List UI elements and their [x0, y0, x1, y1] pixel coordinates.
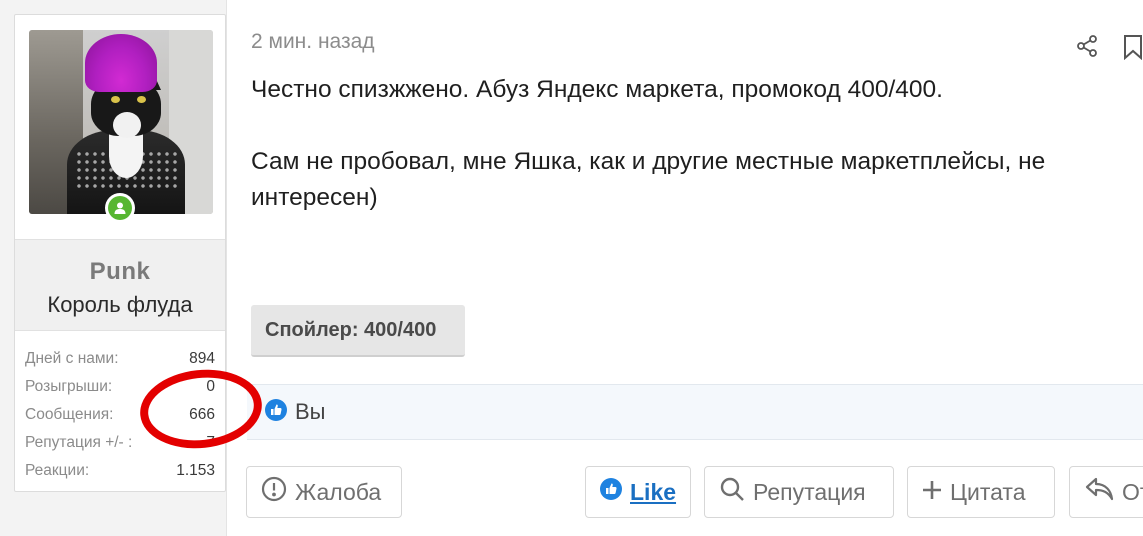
post-text-line: Сам не пробовал, мне Яшка, как и другие … [251, 148, 1046, 175]
stat-label: Дней с нами: [25, 350, 119, 367]
stat-label: Реакции: [25, 462, 90, 479]
thumbs-up-icon [600, 478, 622, 506]
user-icon [108, 196, 132, 220]
stat-label: Репутация +/- : [25, 434, 133, 451]
thumbs-up-icon [265, 399, 287, 425]
avatar-chest [109, 134, 143, 178]
bookmark-icon[interactable] [1123, 34, 1143, 64]
share-icon[interactable] [1075, 34, 1099, 62]
report-label: Жалоба [295, 478, 382, 505]
avatar-eye [137, 96, 146, 103]
reply-icon [1084, 476, 1114, 508]
online-status-badge [105, 193, 135, 223]
quote-button[interactable]: Цитата [907, 466, 1055, 518]
stat-label: Сообщения: [25, 406, 114, 423]
search-icon [719, 476, 745, 508]
stat-row-reactions: Реакции: 1.153 [25, 457, 215, 485]
reply-label: Ответ [1122, 478, 1143, 505]
post-text-line: интересен) [251, 184, 378, 211]
alert-icon [261, 476, 287, 508]
plus-icon [922, 479, 942, 506]
spoiler-button[interactable]: Спойлер: 400/400 [251, 305, 465, 357]
avatar-eye [111, 96, 120, 103]
reactions-bar[interactable]: Вы [247, 384, 1143, 440]
like-button[interactable]: Like [585, 466, 691, 518]
reply-button[interactable]: Ответ [1069, 466, 1143, 518]
like-label: Like [630, 478, 677, 505]
stat-value: 1.153 [176, 462, 215, 479]
stat-label: Розыгрыши: [25, 378, 113, 395]
avatar[interactable] [29, 30, 213, 214]
post-body: Честно спизжжено. Абуз Яндекс маркета, п… [251, 72, 1143, 216]
reputation-label: Репутация [753, 478, 866, 505]
avatar-mohawk [85, 34, 157, 92]
post-text-line: Честно спизжжено. Абуз Яндекс маркета, п… [251, 76, 943, 103]
reputation-button[interactable]: Репутация [704, 466, 894, 518]
quote-label: Цитата [950, 478, 1026, 505]
stat-row-days: Дней с нами: 894 [25, 345, 215, 373]
username[interactable]: Punk [15, 258, 225, 286]
user-title: Король флуда [47, 292, 193, 317]
post-main: 2 мин. назад Честно спизжжено. Абуз Янде… [226, 0, 1143, 536]
avatar-muzzle [113, 112, 141, 138]
reaction-users[interactable]: Вы [295, 399, 326, 425]
user-name-block: Punk Король флуда [15, 239, 225, 331]
report-button[interactable]: Жалоба [246, 466, 402, 518]
post-timestamp[interactable]: 2 мин. назад [251, 30, 375, 54]
